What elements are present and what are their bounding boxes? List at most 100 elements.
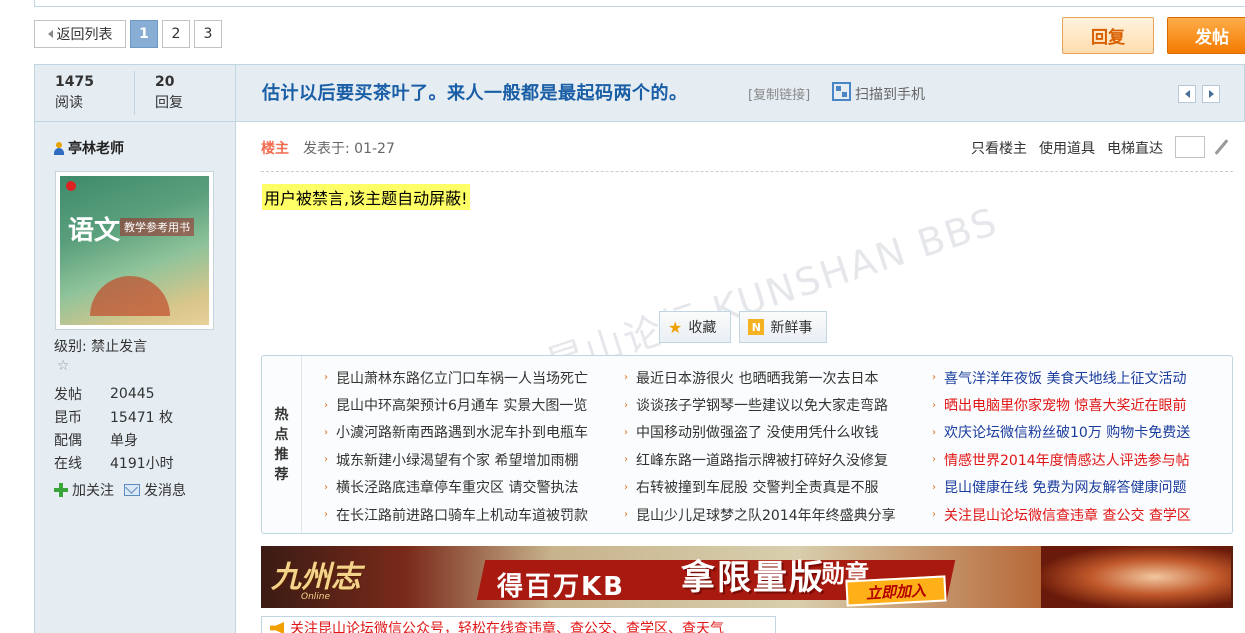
follow-button[interactable]: 加关注 [54,480,114,500]
arrow-right-icon: › [624,454,628,466]
next-thread-button[interactable] [1202,85,1220,103]
replies-stat: 20 回复 [135,65,235,121]
thread-stats: 1475 阅读 20 回复 [35,65,236,121]
emblem-icon [66,181,76,191]
use-tool-link[interactable]: 使用道具 [1039,138,1095,158]
thread-nav [1178,85,1220,103]
favorite-button[interactable]: ★ 收藏 [659,311,732,343]
hot-link-text: 最近日本游很火 也晒晒我第一次去日本 [636,370,879,387]
hot-link[interactable]: › 小澞河路新南西路遇到水泥车扑到电瓶车 [324,419,588,446]
hot-link[interactable]: › 中国移动别做强盗了 没使用凭什么收钱 [624,419,896,446]
hot-link[interactable]: › 右转被撞到车屁股 交警判全责真是不服 [624,474,896,501]
hot-link[interactable]: › 昆山少儿足球梦之队2014年年终盛典分享 [624,501,896,528]
replies-count: 20 [155,74,175,90]
copy-link[interactable]: [复制链接] [748,84,810,103]
avatar-illustration [90,276,170,316]
thread-title: 估计以后要买茶叶了。来人一般都是最起码两个的。 [262,83,688,104]
favorite-label: 收藏 [688,320,717,336]
hot-link[interactable]: › 情感世界2014年度情感达人评选参与帖 [932,446,1191,473]
hot-link[interactable]: › 城东新建小绿渴望有个家 希望增加雨棚 [324,446,588,473]
label-char: 热 [274,406,289,423]
info-key: 在线 [54,455,82,472]
star-icon: ☆ [57,358,70,374]
arrow-right-icon: › [324,426,328,438]
hot-link[interactable]: › 关注昆山论坛微信查违章 查公交 查学区 [932,501,1191,528]
username-link[interactable]: 亭林老师 [53,138,124,158]
ad-join-button[interactable]: 立即加入 [845,575,947,607]
floor-input[interactable] [1175,136,1205,158]
hot-link-text: 右转被撞到车屁股 交警判全责真是不服 [636,480,879,497]
hot-recommend: 热 点 推 荐 › 昆山萧林东路亿立门口车祸一人当场死亡 › 昆山中环高架预计6月通… [261,355,1233,534]
user-sidebar: 亭林老师 语文 教学参考用书 级别: 禁止发言 ☆ 发帖 20445 昆币 15… [34,122,236,633]
hot-link[interactable]: › 昆山中环高架预计6月通车 实景大图一览 [324,391,588,418]
hot-link[interactable]: › 横长泾路底违章停车重灾区 请交警执法 [324,474,588,501]
arrow-right-icon: › [624,372,628,384]
arrow-left-icon [1184,90,1190,98]
hot-link[interactable]: › 红峰东路一道路指示牌被打碎好久没修复 [624,446,896,473]
hot-link[interactable]: › 昆山萧林东路亿立门口车祸一人当场死亡 [324,364,588,391]
hot-link[interactable]: › 在长江路前进路口骑车上机动车道被罚款 [324,501,588,528]
hot-column-1: › 昆山萧林东路亿立门口车祸一人当场死亡 › 昆山中环高架预计6月通车 实景大图一览… [324,364,588,528]
arrow-right-icon: › [624,509,628,521]
views-stat: 1475 阅读 [35,71,135,115]
user-icon [53,141,64,155]
wechat-notice[interactable]: 关注昆山论坛微信公众号，轻松在线查违章、查公交、查学区、查天气 [261,616,776,633]
news-button[interactable]: N 新鲜事 [739,311,828,343]
hot-link-text: 欢庆论坛微信粉丝破10万 购物卡免费送 [944,425,1191,442]
label-char: 荐 [274,466,289,483]
jump-pen-icon[interactable] [1211,138,1231,158]
arrow-right-icon: › [932,509,936,521]
page-1-button[interactable]: 1 [130,20,158,48]
arrow-right-icon: › [932,481,936,493]
back-to-list-button[interactable]: 返回列表 [34,20,126,48]
hot-link[interactable]: › 晒出电脑里你家宠物 惊喜大奖近在眼前 [932,391,1191,418]
hot-link[interactable]: › 昆山健康在线 免费为网友解答健康问题 [932,474,1191,501]
arrow-right-icon: › [932,399,936,411]
info-row: 配偶 单身 [54,428,174,451]
hot-link[interactable]: › 欢庆论坛微信粉丝破10万 购物卡免费送 [932,419,1191,446]
hot-link-text: 横长泾路底违章停车重灾区 请交警执法 [336,480,579,497]
page-2-button[interactable]: 2 [162,20,190,48]
post-meta: 楼主 发表于: 01-27 只看楼主 使用道具 电梯直达 [261,136,1233,172]
hot-link-text: 小澞河路新南西路遇到水泥车扑到电瓶车 [336,425,588,442]
label-char: 推 [274,446,289,463]
arrow-right-icon: › [932,426,936,438]
follow-label: 加关注 [72,483,114,499]
info-value: 单身 [110,432,138,449]
horn-icon [270,622,284,633]
hot-link[interactable]: › 喜气洋洋年夜饭 美食天地线上征文活动 [932,364,1191,391]
info-value: 15471 枚 [110,409,173,426]
hot-link[interactable]: › 最近日本游很火 也晒晒我第一次去日本 [624,364,896,391]
elevator-label: 电梯直达 [1107,141,1163,157]
post-tools: 只看楼主 使用道具 电梯直达 [971,136,1205,158]
hot-link-text: 关注昆山论坛微信查违章 查公交 查学区 [944,507,1191,524]
hot-link-text: 情感世界2014年度情感达人评选参与帖 [944,452,1190,469]
ad-banner[interactable]: 九州志 Online 得百万KB 拿限量版 勋章 立即加入 [261,546,1233,608]
avatar[interactable]: 语文 教学参考用书 [55,171,214,330]
prev-thread-button[interactable] [1178,85,1196,103]
reply-button[interactable]: 回复 [1062,17,1154,54]
user-actions: 加关注 发消息 [54,480,186,500]
arrow-right-icon: › [932,372,936,384]
hot-link-text: 昆山中环高架预计6月通车 实景大图一览 [336,398,588,415]
hot-link-text: 红峰东路一道路指示牌被打碎好久没修复 [636,452,888,469]
mail-icon [124,484,140,496]
info-row: 发帖 20445 [54,382,174,405]
hot-column-2: › 最近日本游很火 也晒晒我第一次去日本 › 谈谈孩子学钢琴一些建议以免大家走弯路 … [624,364,896,528]
new-post-button[interactable]: 发帖 [1167,17,1245,54]
hot-link-text: 城东新建小绿渴望有个家 希望增加雨棚 [336,452,579,469]
page-3-button[interactable]: 3 [194,20,222,48]
only-owner-link[interactable]: 只看楼主 [971,138,1027,158]
hot-link-text: 谈谈孩子学钢琴一些建议以免大家走弯路 [636,398,888,415]
user-info: 发帖 20445 昆币 15471 枚 配偶 单身 在线 4191小时 [54,382,174,474]
scan-to-phone-link[interactable]: 扫描到手机 [855,84,925,104]
info-row: 昆币 15471 枚 [54,405,174,428]
send-message-button[interactable]: 发消息 [124,480,186,500]
ad-line-1: 得百万KB [497,572,625,602]
banned-notice: 用户被禁言,该主题自动屏蔽! [262,184,470,210]
qr-code-icon[interactable] [832,82,851,101]
arrow-right-icon: › [324,454,328,466]
hot-link[interactable]: › 谈谈孩子学钢琴一些建议以免大家走弯路 [624,391,896,418]
hot-link-text: 昆山少儿足球梦之队2014年年终盛典分享 [636,507,896,524]
ad-logo-subtitle: Online [301,592,331,602]
